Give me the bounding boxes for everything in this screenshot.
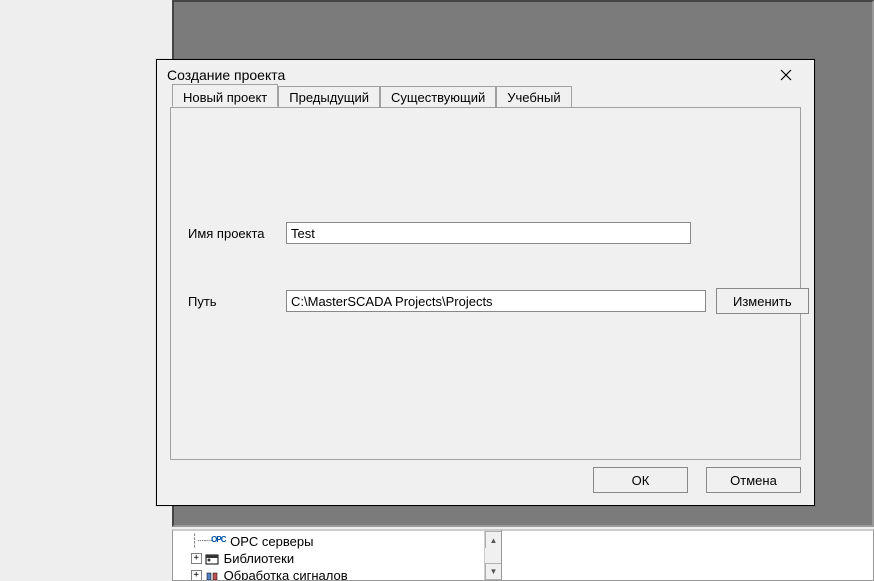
signals-icon: [205, 569, 221, 581]
tab-panel: Имя проекта Путь Изменить: [170, 107, 801, 460]
right-bottom-panel: [502, 529, 874, 581]
tree-item-label: Обработка сигналов: [224, 568, 348, 581]
tree-item-label: Библиотеки: [224, 551, 294, 566]
row-project-name: Имя проекта: [188, 222, 691, 244]
tree-expander[interactable]: +: [191, 553, 202, 564]
tabstrip: Новый проект Предыдущий Существующий Уче…: [172, 86, 572, 108]
tree-scrollbar[interactable]: ▲ ▼: [484, 531, 501, 580]
label-project-name: Имя проекта: [188, 226, 286, 241]
tree-row[interactable]: ┊┈┈ OPC OPC серверы: [177, 533, 497, 550]
tab-tutorial[interactable]: Учебный: [496, 86, 571, 107]
cancel-button[interactable]: Отмена: [706, 467, 801, 493]
tree-row[interactable]: + Библиотеки: [177, 550, 497, 567]
change-path-button[interactable]: Изменить: [716, 288, 809, 314]
dialog-buttons: ОК Отмена: [593, 467, 801, 493]
tree-connector: [177, 568, 191, 581]
create-project-dialog: Создание проекта Новый проект Предыдущий…: [156, 59, 815, 506]
tab-previous[interactable]: Предыдущий: [278, 86, 380, 107]
close-button[interactable]: [766, 63, 806, 87]
tree-panel: ┊┈┈ OPC OPC серверы + Библиотеки + Обраб…: [172, 529, 502, 581]
scroll-up-button[interactable]: ▲: [485, 531, 502, 548]
label-path: Путь: [188, 294, 286, 309]
tab-new-project[interactable]: Новый проект: [172, 84, 278, 107]
tree-connector: [177, 551, 191, 566]
input-project-name[interactable]: [286, 222, 691, 244]
tree-expander[interactable]: +: [191, 570, 202, 581]
scroll-down-button[interactable]: ▼: [485, 563, 502, 580]
ok-button[interactable]: ОК: [593, 467, 688, 493]
bottom-panels: ┊┈┈ OPC OPC серверы + Библиотеки + Обраб…: [172, 529, 874, 581]
tree-row[interactable]: + Обработка сигналов: [177, 567, 497, 581]
tree-item-label: OPC серверы: [230, 534, 313, 549]
row-path: Путь Изменить: [188, 288, 809, 314]
tab-existing[interactable]: Существующий: [380, 86, 496, 107]
scroll-track[interactable]: [485, 548, 501, 563]
opc-icon: OPC: [211, 535, 227, 549]
library-icon: [205, 552, 221, 566]
close-icon: [780, 69, 792, 81]
tree-content: ┊┈┈ OPC OPC серверы + Библиотеки + Обраб…: [173, 531, 501, 581]
input-path[interactable]: [286, 290, 706, 312]
dialog-title: Создание проекта: [167, 67, 285, 83]
tree-connector: ┊┈┈: [177, 534, 211, 549]
